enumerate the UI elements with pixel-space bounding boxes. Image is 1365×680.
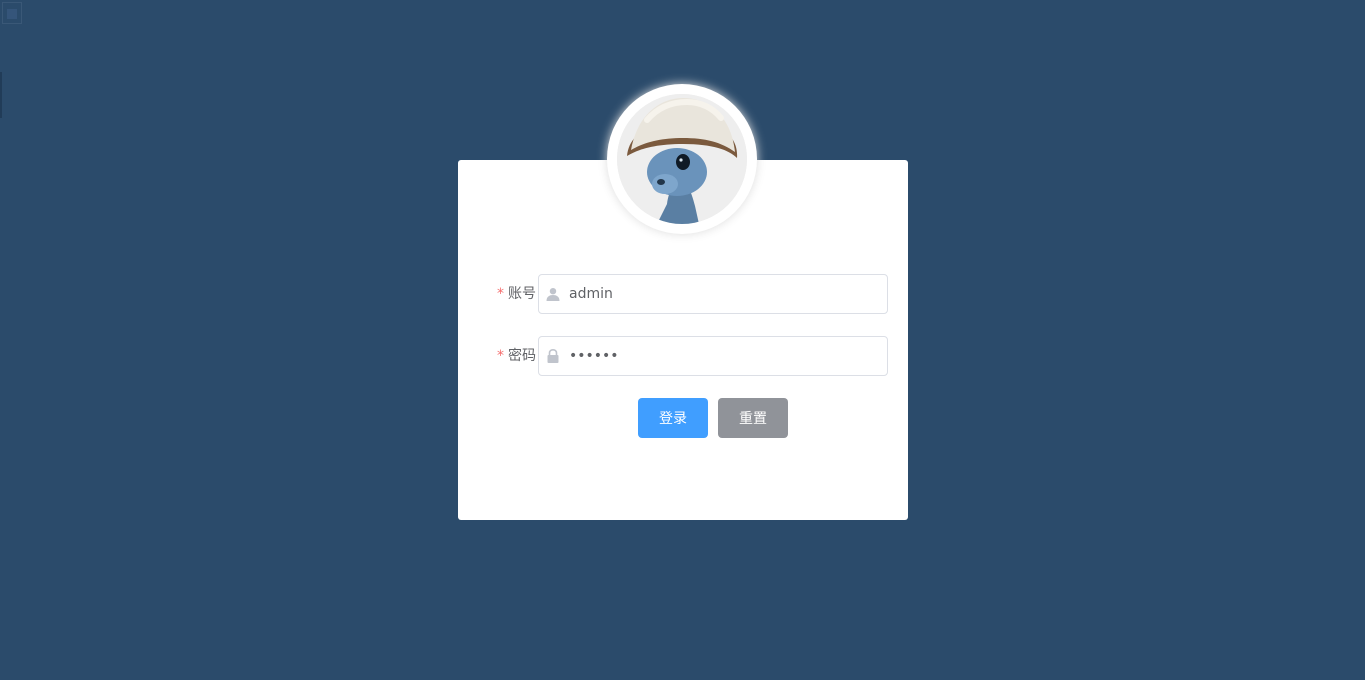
password-form-item: * 密码: [478, 336, 888, 376]
username-input[interactable]: [569, 275, 879, 313]
username-label-text: 账号: [508, 286, 536, 302]
avatar-image: [617, 94, 747, 224]
user-icon: [545, 275, 561, 313]
required-mark: *: [497, 286, 504, 302]
left-edge-handle: [0, 72, 2, 118]
reset-button[interactable]: 重置: [718, 398, 788, 438]
lock-icon: [545, 337, 561, 375]
top-left-widget: [2, 2, 22, 24]
username-input-wrapper[interactable]: [538, 274, 888, 314]
password-input[interactable]: [569, 337, 879, 375]
top-left-widget-icon: [7, 9, 17, 19]
avatar-ring: [607, 84, 757, 234]
username-form-item: * 账号: [478, 274, 888, 314]
password-label-text: 密码: [508, 348, 536, 364]
login-button[interactable]: 登录: [638, 398, 708, 438]
password-input-wrapper[interactable]: [538, 336, 888, 376]
required-mark: *: [497, 348, 504, 364]
